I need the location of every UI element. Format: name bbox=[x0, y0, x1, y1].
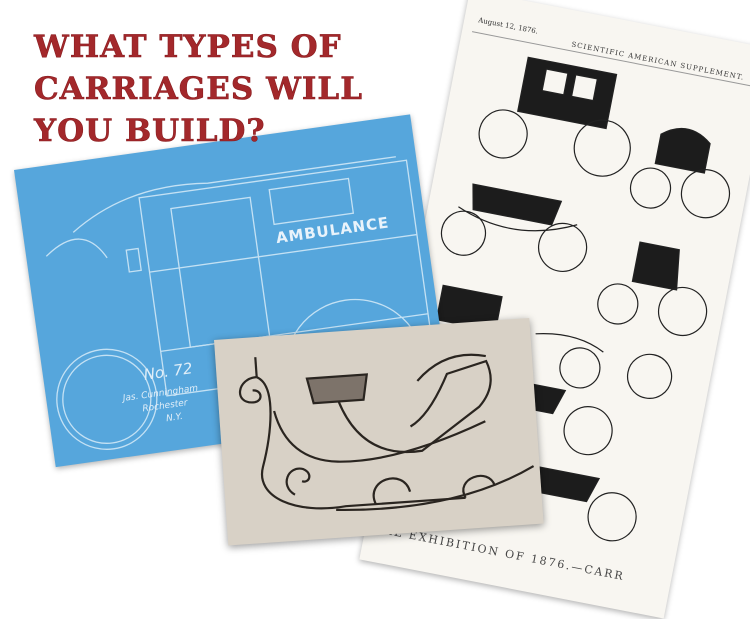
sleigh-drawing bbox=[238, 353, 535, 511]
carriage-illustration bbox=[478, 56, 631, 177]
title-line: carriages will bbox=[34, 71, 363, 108]
carriage-illustration bbox=[597, 241, 708, 337]
sleigh-photo bbox=[214, 317, 544, 546]
page-title: What types of carriages will you build? bbox=[34, 26, 363, 152]
magazine-date: August 12, 1876. bbox=[477, 16, 539, 36]
title-line: What types of bbox=[34, 29, 342, 66]
carriage-illustration bbox=[440, 183, 588, 272]
carriage-illustration bbox=[629, 127, 731, 219]
title-line: you build? bbox=[34, 113, 266, 150]
